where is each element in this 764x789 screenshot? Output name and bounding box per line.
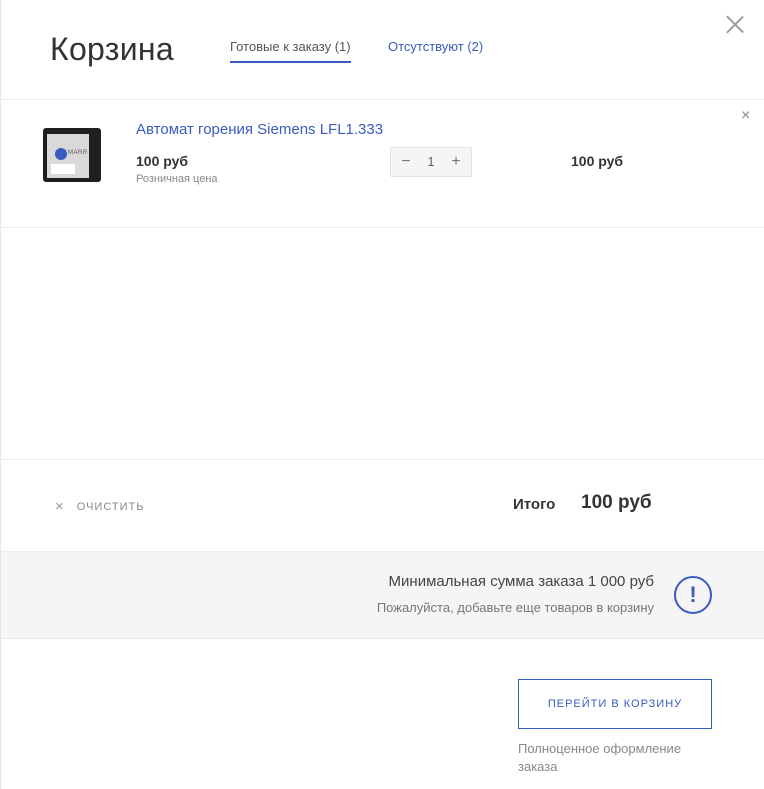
product-price: 100 руб (136, 153, 189, 169)
exclamation-icon: ! (674, 576, 712, 614)
cart-summary: × ОЧИСТИТЬ Итого 100 руб (1, 459, 764, 551)
quantity-stepper: − 1 + (390, 147, 472, 177)
clear-cart-button[interactable]: × ОЧИСТИТЬ (55, 498, 144, 515)
clear-cart-label: ОЧИСТИТЬ (76, 500, 145, 513)
brand-logo-icon (55, 148, 67, 160)
tab-ready-to-order[interactable]: Готовые к заказу (1) (230, 39, 351, 63)
tab-absent[interactable]: Отсутствуют (2) (388, 39, 483, 61)
product-image[interactable]: MARR (41, 126, 103, 184)
remove-item-icon[interactable]: × (741, 107, 750, 125)
product-image-label (51, 164, 75, 174)
increase-quantity-button[interactable]: + (446, 152, 466, 172)
cart-modal: Корзина Готовые к заказу (1) Отсутствуют… (0, 0, 764, 789)
min-order-warning: Минимальная сумма заказа 1 000 руб Пожал… (1, 551, 764, 639)
clear-icon: × (55, 498, 64, 515)
cart-header: Корзина Готовые к заказу (1) Отсутствуют… (1, 0, 764, 100)
warning-subtitle: Пожалуйста, добавьте еще товаров в корзи… (376, 600, 654, 615)
go-to-cart-note: Полноценное оформление заказа (518, 741, 682, 774)
price-type-label: Розничная цена (136, 173, 218, 185)
decrease-quantity-button[interactable]: − (396, 152, 416, 172)
product-name-link[interactable]: Автомат горения Siemens LFL1.333 (136, 121, 383, 138)
total-value: 100 руб (581, 492, 652, 513)
warning-title: Минимальная сумма заказа 1 000 руб (388, 573, 654, 590)
go-to-cart-button[interactable]: ПЕРЕЙТИ В КОРЗИНУ (518, 679, 712, 729)
cart-item: × MARR Автомат горения Siemens LFL1.333 … (1, 100, 764, 228)
page-title: Корзина (50, 31, 174, 67)
quantity-value[interactable]: 1 (421, 154, 441, 169)
total-label: Итого (513, 496, 556, 513)
brand-logo-text: MARR (68, 150, 88, 156)
item-total: 100 руб (571, 153, 624, 169)
